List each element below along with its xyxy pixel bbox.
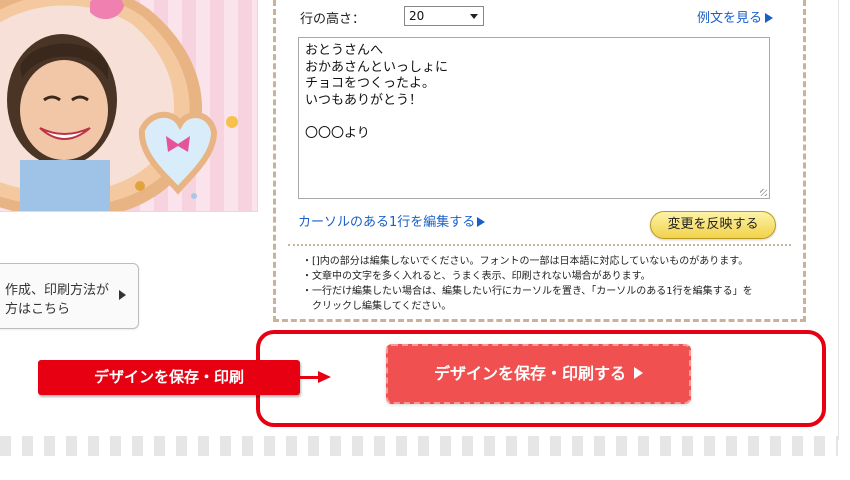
howto-line1: 作成、印刷方法が bbox=[5, 283, 110, 298]
line-height-value: 20 bbox=[409, 9, 425, 23]
chevron-down-icon bbox=[470, 14, 478, 19]
message-line bbox=[305, 109, 763, 126]
triangle-right-icon bbox=[634, 367, 643, 379]
card-photo-preview bbox=[0, 0, 258, 212]
message-textarea[interactable]: おとうさんへ おかあさんといっしょに チョコをつくったよ。 いつもありがとう！ … bbox=[298, 37, 770, 199]
example-text-link-label: 例文を見る bbox=[696, 11, 762, 26]
note-item: クリックし編集してください。 bbox=[312, 301, 452, 312]
apply-changes-button[interactable]: 変更を反映する bbox=[650, 211, 776, 239]
message-line: チョコをつくったよ。 bbox=[305, 76, 436, 92]
message-editor-panel: 行の高さ： 20 例文を見る おとうさんへ おかあさんといっしょに チョコをつく… bbox=[273, 0, 806, 322]
message-line: おかあさんといっしょに bbox=[305, 59, 449, 75]
line-height-label: 行の高さ： bbox=[300, 12, 366, 27]
triangle-right-icon bbox=[765, 13, 773, 23]
message-line: いつもありがとう！ bbox=[305, 92, 423, 108]
message-line: 〇〇〇より bbox=[305, 125, 370, 141]
divider bbox=[288, 244, 791, 246]
triangle-right-icon bbox=[477, 217, 486, 227]
page-edge-rule bbox=[838, 0, 839, 440]
triangle-right-icon bbox=[119, 290, 126, 300]
example-text-link[interactable]: 例文を見る bbox=[697, 7, 773, 26]
footer-dashed-band bbox=[0, 436, 838, 456]
note-item: ・[]内の部分は編集しないでください。フォントの一部は日本語に対応していないもの… bbox=[302, 256, 749, 267]
callout-arrow-line bbox=[298, 376, 320, 379]
save-print-button-label: デザインを保存・印刷する bbox=[433, 364, 626, 383]
message-line: おとうさんへ bbox=[305, 43, 384, 58]
edit-cursor-line-link[interactable]: カーソルのある1行を編集する bbox=[298, 211, 486, 230]
edit-cursor-line-label: カーソルのある1行を編集する bbox=[298, 215, 476, 230]
save-print-button[interactable]: デザインを保存・印刷する bbox=[386, 344, 691, 404]
resize-grip-icon[interactable] bbox=[760, 189, 767, 196]
howto-line2: 方はこちら bbox=[5, 302, 71, 317]
note-item: ・文章中の文字を多く入れると、うまく表示、印刷されない場合があります。 bbox=[302, 271, 651, 282]
note-item: ・一行だけ編集したい場合は、編集したい行にカーソルを置き、「カーソルのある1行を… bbox=[302, 286, 753, 297]
heart-frame-photo bbox=[0, 0, 238, 211]
editor-notes: ・[]内の部分は編集しないでください。フォントの一部は日本語に対応していないもの… bbox=[302, 254, 792, 314]
howto-link-box[interactable]: 作成、印刷方法が 方はこちら bbox=[0, 263, 139, 329]
save-print-callout: デザインを保存・印刷 bbox=[38, 360, 300, 395]
arrow-right-icon bbox=[318, 371, 331, 383]
line-height-select[interactable]: 20 bbox=[404, 6, 484, 26]
